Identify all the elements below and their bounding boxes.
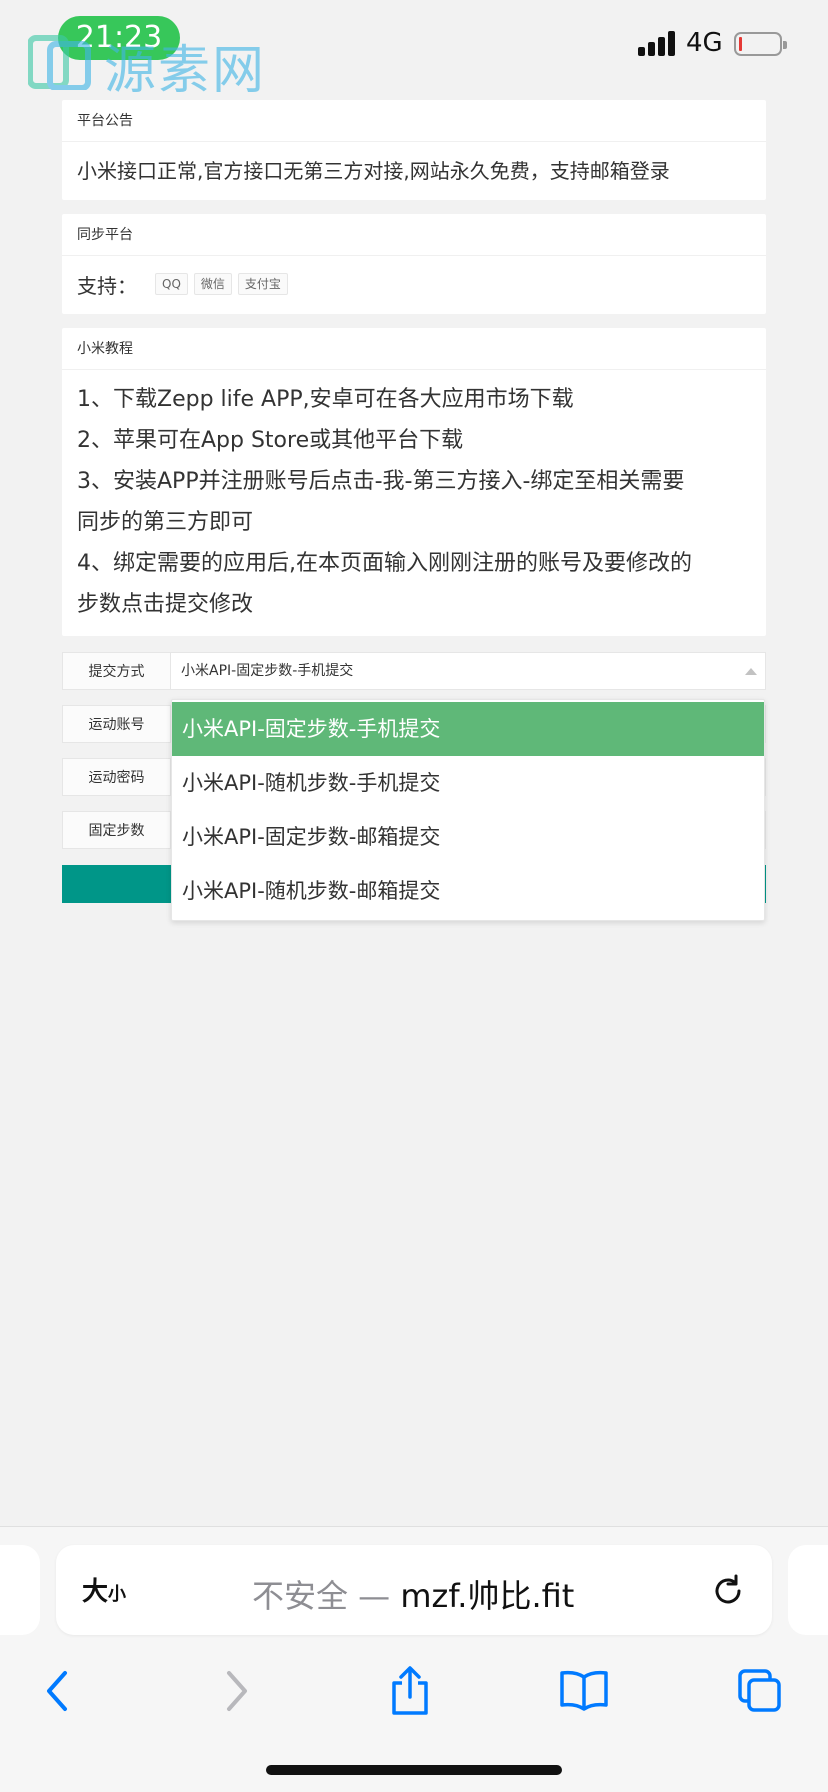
watermark-logo-icon [28, 35, 91, 90]
watermark-text: 源素网 [104, 41, 267, 101]
account-label: 运动账号 [62, 705, 170, 743]
steps-label: 固定步数 [62, 811, 170, 849]
tutorial-line: 1、下载Zepp life APP,安卓可在各大应用市场下载 [77, 387, 574, 412]
tag-alipay: 支付宝 [237, 273, 288, 295]
forward-button[interactable] [208, 1661, 264, 1721]
sync-card: 同步平台 支持： QQ 微信 支付宝 [62, 214, 766, 314]
tag-qq: QQ [155, 273, 188, 295]
tutorial-line: 2、苹果可在App Store或其他平台下载 [77, 428, 464, 453]
dropdown-option[interactable]: 小米API-固定步数-邮箱提交 [172, 810, 764, 864]
back-icon [47, 1671, 67, 1711]
submit-method-dropdown: 小米API-固定步数-手机提交 小米API-随机步数-手机提交 小米API-固定… [171, 699, 765, 921]
insecure-label: 不安全 — [252, 1577, 401, 1615]
tutorial-header: 小米教程 [62, 328, 766, 370]
text-size-button[interactable]: 大小 [82, 1571, 152, 1611]
url-display[interactable]: 不安全 — mzf.帅比.fit [252, 1571, 574, 1617]
dropdown-option[interactable]: 小米API-随机步数-邮箱提交 [172, 864, 764, 918]
tabs-button[interactable] [732, 1661, 788, 1721]
share-icon [392, 1666, 428, 1715]
dropdown-option[interactable]: 小米API-固定步数-手机提交 [172, 702, 764, 756]
reload-icon[interactable] [710, 1573, 746, 1609]
dropdown-option[interactable]: 小米API-随机步数-手机提交 [172, 756, 764, 810]
notice-text: 小米接口正常,官方接口无第三方对接,网站永久免费，支持邮箱登录 [77, 159, 670, 183]
signal-icon [638, 30, 676, 56]
next-tab-preview[interactable] [788, 1545, 828, 1635]
home-indicator[interactable] [266, 1765, 562, 1775]
text-size-small: 小 [108, 1584, 127, 1605]
bookmarks-icon [560, 1670, 608, 1711]
tutorial-line: 3、安装APP并注册账号后点击-我-第三方接入-绑定至相关需要 [77, 469, 685, 494]
submit-method-row: 提交方式 小米API-固定步数-手机提交 [62, 652, 766, 690]
forward-icon [227, 1671, 247, 1711]
notice-card: 平台公告 小米接口正常,官方接口无第三方对接,网站永久免费，支持邮箱登录 [62, 100, 766, 200]
tutorial-line: 4、绑定需要的应用后,在本页面输入刚刚注册的账号及要修改的 [77, 551, 692, 576]
battery-icon [734, 32, 787, 56]
browser-chrome: 大小 不安全 — mzf.帅比.fit [0, 1526, 828, 1792]
sync-header: 同步平台 [62, 214, 766, 256]
tutorial-card: 小米教程 1、下载Zepp life APP,安卓可在各大应用市场下载 2、苹果… [62, 328, 766, 636]
tag-wechat: 微信 [193, 273, 232, 295]
address-bar[interactable]: 大小 不安全 — mzf.帅比.fit [56, 1545, 772, 1635]
url-domain: mzf.帅比.fit [400, 1577, 575, 1615]
submit-method-label: 提交方式 [62, 652, 170, 690]
notice-header: 平台公告 [62, 100, 766, 142]
submit-method-select[interactable]: 小米API-固定步数-手机提交 [170, 652, 766, 690]
back-button[interactable] [30, 1661, 86, 1721]
text-size-big: 大 [82, 1577, 109, 1607]
bookmarks-button[interactable] [556, 1661, 612, 1721]
tabs-icon [738, 1669, 781, 1712]
share-button[interactable] [382, 1661, 438, 1721]
previous-tab-preview[interactable] [0, 1545, 40, 1635]
submit-method-value: 小米API-固定步数-手机提交 [181, 663, 354, 679]
password-label: 运动密码 [62, 758, 170, 796]
browser-toolbar [0, 1647, 828, 1747]
tutorial-line: 同步的第三方即可 [77, 510, 254, 535]
support-label: 支持： [77, 273, 137, 298]
select-arrow-icon [745, 668, 757, 675]
network-type: 4G [686, 28, 723, 58]
tutorial-line: 步数点击提交修改 [77, 592, 254, 617]
